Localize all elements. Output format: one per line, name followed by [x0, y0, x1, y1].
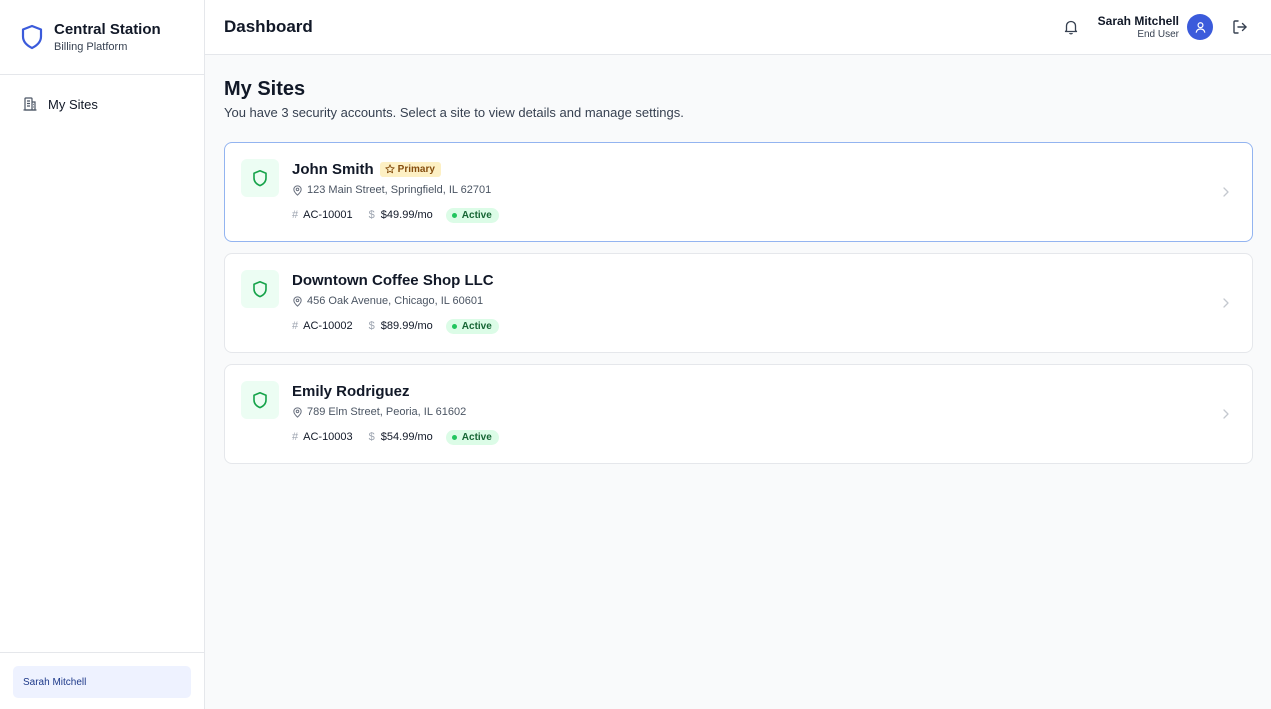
sidebar-item-label: My Sites — [48, 96, 98, 112]
status-badge: Active — [445, 207, 499, 223]
page-title: My Sites — [224, 78, 306, 100]
page-subtitle: You have 3 security accounts. Select a s… — [224, 105, 684, 120]
user-name: Sarah Mitchell — [1097, 13, 1179, 28]
site-meta-row: # AC-10001 $ $49.99/mo Active — [292, 207, 1234, 223]
map-pin-icon — [293, 184, 302, 196]
topbar: Dashboard Sarah Mitchell End User — [205, 0, 1271, 55]
brand-title: Central Station — [54, 20, 161, 38]
sidebar-footer: Sarah Mitchell — [0, 652, 204, 709]
brand[interactable]: Central Station Billing Platform — [0, 0, 204, 75]
dollar-icon: $ — [368, 209, 375, 221]
hash-icon: # — [292, 209, 299, 221]
site-card-body: Downtown Coffee Shop LLC 456 Oak Avenue,… — [292, 270, 1234, 334]
site-name-row: Emily Rodriguez — [292, 381, 1234, 401]
status-label: Active — [461, 431, 492, 443]
site-card-body: Emily Rodriguez 789 Elm Street, Peoria, … — [292, 381, 1234, 445]
map-pin-icon — [293, 406, 302, 418]
hash-icon: # — [292, 320, 299, 332]
site-account-number: AC-10002 — [303, 320, 353, 332]
shield-icon — [21, 24, 43, 50]
dollar-icon: $ — [368, 431, 375, 443]
user-role: End User — [1137, 28, 1179, 40]
main-area: Dashboard Sarah Mitchell End User My Sit… — [205, 0, 1271, 709]
shield-icon — [253, 281, 267, 298]
brand-subtitle: Billing Platform — [54, 40, 128, 53]
chevron-right-icon — [1223, 298, 1229, 308]
shield-icon — [253, 392, 267, 409]
site-name-row: Downtown Coffee Shop LLC — [292, 270, 1234, 290]
site-name: Downtown Coffee Shop LLC — [292, 271, 494, 289]
logout-icon[interactable] — [1231, 18, 1249, 36]
map-pin-icon — [293, 295, 302, 307]
status-dot — [451, 212, 457, 218]
site-meta-row: # AC-10002 $ $89.99/mo Active — [292, 318, 1234, 334]
site-card-body: John Smith Primary 123 Main Street, Spri… — [292, 159, 1234, 223]
user-info: Sarah Mitchell End User — [1098, 14, 1179, 41]
primary-badge-label: Primary — [397, 163, 435, 175]
status-badge: Active — [445, 318, 499, 334]
site-meta-row: # AC-10003 $ $54.99/mo Active — [292, 429, 1234, 445]
site-address-row: 789 Elm Street, Peoria, IL 61602 — [292, 404, 1234, 420]
site-address-row: 123 Main Street, Springfield, IL 62701 — [292, 182, 1234, 198]
status-dot — [451, 434, 457, 440]
site-icon — [241, 159, 279, 197]
site-address: 456 Oak Avenue, Chicago, IL 60601 — [307, 295, 484, 307]
site-name: Emily Rodriguez — [292, 382, 410, 400]
site-account-number: AC-10001 — [303, 209, 353, 221]
chevron-right-icon — [1223, 187, 1229, 197]
status-badge: Active — [445, 429, 499, 445]
site-name: John Smith — [292, 160, 374, 178]
sidebar-nav: My Sites — [0, 75, 204, 652]
site-address-row: 456 Oak Avenue, Chicago, IL 60601 — [292, 293, 1234, 309]
sidebar-item-my-sites[interactable]: My Sites — [0, 91, 204, 117]
site-price: $49.99/mo — [380, 209, 433, 221]
dollar-icon: $ — [368, 320, 375, 332]
site-address: 789 Elm Street, Peoria, IL 61602 — [307, 406, 467, 418]
building-icon — [23, 97, 37, 111]
site-icon — [241, 381, 279, 419]
chevron-right-icon — [1223, 409, 1229, 419]
site-card[interactable]: John Smith Primary 123 Main Street, Spri… — [224, 142, 1253, 242]
status-dot — [451, 323, 457, 329]
sidebar-user-chip[interactable]: Sarah Mitchell — [13, 666, 191, 698]
status-label: Active — [461, 209, 492, 221]
avatar[interactable] — [1187, 14, 1213, 40]
hash-icon: # — [292, 431, 299, 443]
primary-badge: Primary — [379, 161, 441, 177]
site-account-number: AC-10003 — [303, 431, 353, 443]
site-name-row: John Smith Primary — [292, 159, 1234, 179]
user-icon — [1195, 21, 1205, 33]
bell-icon[interactable] — [1062, 18, 1080, 36]
page-header-title: Dashboard — [224, 17, 313, 36]
shield-icon — [253, 170, 267, 187]
site-address: 123 Main Street, Springfield, IL 62701 — [307, 184, 492, 196]
sidebar: Central Station Billing Platform My Site… — [0, 0, 205, 709]
content: My Sites You have 3 security accounts. S… — [205, 55, 1271, 464]
status-label: Active — [461, 320, 492, 332]
site-price: $54.99/mo — [380, 431, 433, 443]
site-list: John Smith Primary 123 Main Street, Spri… — [224, 142, 1253, 464]
app: Central Station Billing Platform My Site… — [0, 0, 1271, 709]
site-card[interactable]: Emily Rodriguez 789 Elm Street, Peoria, … — [224, 364, 1253, 464]
site-price: $89.99/mo — [380, 320, 433, 332]
site-card[interactable]: Downtown Coffee Shop LLC 456 Oak Avenue,… — [224, 253, 1253, 353]
star-icon — [385, 164, 395, 174]
site-icon — [241, 270, 279, 308]
